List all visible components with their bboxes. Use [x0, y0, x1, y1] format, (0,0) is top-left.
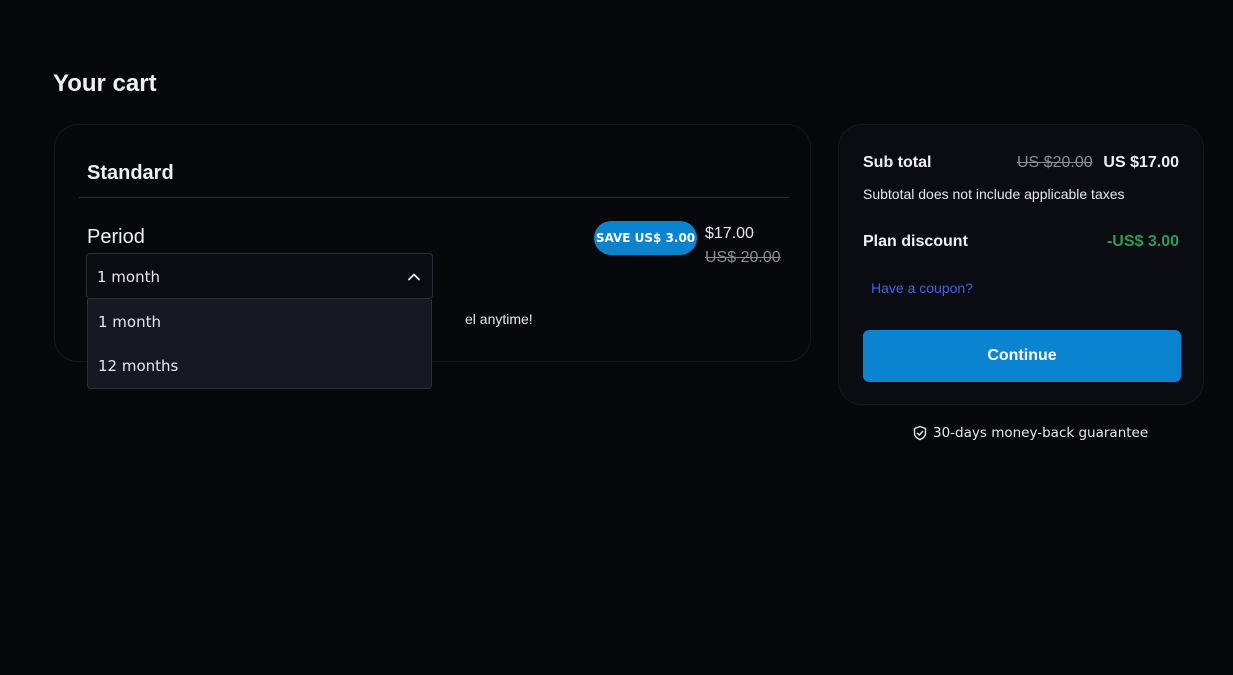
period-select[interactable]: 1 month: [86, 253, 433, 299]
cancel-note-text: el anytime!: [465, 311, 533, 327]
plan-price-current: $17.00: [705, 225, 754, 242]
period-select-value: 1 month: [97, 268, 160, 286]
order-summary-card: Sub total US $20.00 US $17.00 Subtotal d…: [838, 124, 1204, 405]
plan-discount-label: Plan discount: [863, 233, 968, 250]
period-label: Period: [87, 226, 145, 248]
plan-name: Standard: [87, 162, 174, 184]
page-title: Your cart: [53, 70, 157, 97]
save-badge: SAVE US$ 3.00: [594, 221, 697, 255]
period-option-1-month[interactable]: 1 month: [88, 300, 431, 344]
period-dropdown: 1 month 12 months: [87, 299, 432, 389]
continue-button[interactable]: Continue: [863, 330, 1181, 382]
subtotal-original-price: US $20.00: [1017, 154, 1093, 171]
divider: [79, 197, 789, 198]
subtotal-label: Sub total: [863, 154, 932, 171]
subtotal-current-price: US $17.00: [1103, 154, 1179, 171]
guarantee-text: 30-days money-back guarantee: [933, 425, 1149, 441]
plan-price-original: US$ 20.00: [705, 249, 781, 266]
plan-discount-value: -US$ 3.00: [1106, 233, 1179, 250]
shield-check-icon: [913, 425, 927, 441]
money-back-guarantee: 30-days money-back guarantee: [912, 423, 1148, 443]
coupon-link[interactable]: Have a coupon?: [871, 280, 973, 296]
chevron-up-icon[interactable]: [406, 269, 422, 285]
period-option-12-months[interactable]: 12 months: [88, 344, 431, 388]
tax-note: Subtotal does not include applicable tax…: [863, 186, 1125, 202]
